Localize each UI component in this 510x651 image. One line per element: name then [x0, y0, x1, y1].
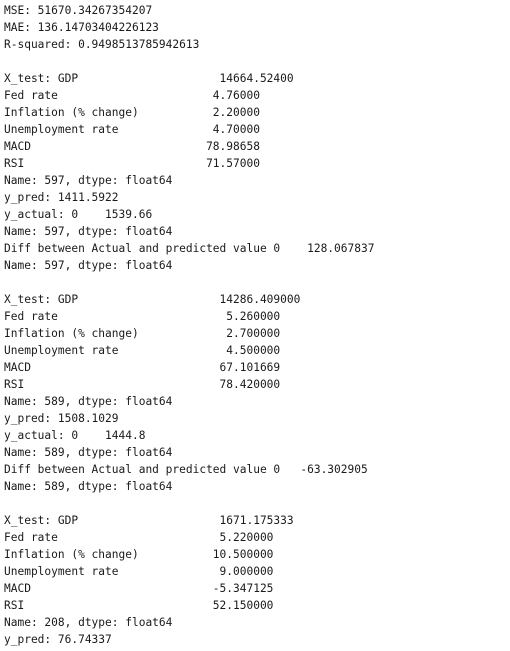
output-line: MACD 67.101669 — [4, 361, 281, 374]
output-line: Inflation (% change) 2.20000 — [4, 106, 260, 119]
output-line: Name: 597, dtype: float64 — [4, 174, 173, 187]
output-line: Fed rate 5.260000 — [4, 310, 281, 323]
output-line: Diff between Actual and predicted value … — [4, 463, 368, 476]
output-line: MSE: 51670.34267354207 — [4, 4, 153, 17]
output-line: y_pred: 1508.1029 — [4, 412, 119, 425]
output-line: Name: 589, dtype: float64 — [4, 395, 173, 408]
output-line: RSI 52.150000 — [4, 599, 274, 612]
output-line: Fed rate 5.220000 — [4, 531, 274, 544]
output-line: Name: 208, dtype: float64 — [4, 616, 173, 629]
output-line: Unemployment rate 4.70000 — [4, 123, 260, 136]
output-line: Inflation (% change) 2.700000 — [4, 327, 281, 340]
output-line: y_pred: 1411.5922 — [4, 191, 119, 204]
output-line: RSI 71.57000 — [4, 157, 260, 170]
output-line: X_test: GDP 1671.175333 — [4, 514, 294, 527]
output-line: Name: 589, dtype: float64 — [4, 480, 173, 493]
output-line: RSI 78.420000 — [4, 378, 281, 391]
output-line: X_test: GDP 14286.409000 — [4, 293, 301, 306]
console-output: MSE: 51670.34267354207 MAE: 136.147034042… — [4, 2, 508, 650]
output-line: Inflation (% change) 10.500000 — [4, 548, 274, 561]
output-line: Name: 597, dtype: float64 — [4, 225, 173, 238]
output-line: X_test: GDP 14664.52400 — [4, 72, 294, 85]
output-line: MACD 78.98658 — [4, 140, 260, 153]
output-line: MACD -5.347125 — [4, 582, 274, 595]
output-line: y_actual: 0 1539.66 — [4, 208, 153, 221]
output-line: MAE: 136.14703404226123 — [4, 21, 159, 34]
output-line: R-squared: 0.9498513785942613 — [4, 38, 200, 51]
output-line: Fed rate 4.76000 — [4, 89, 260, 102]
output-line: y_pred: 76.74337 — [4, 633, 112, 646]
output-line: y_actual: 0 1444.8 — [4, 429, 146, 442]
output-line: Unemployment rate 9.000000 — [4, 565, 274, 578]
output-line: Name: 597, dtype: float64 — [4, 259, 173, 272]
output-line: Unemployment rate 4.500000 — [4, 344, 281, 357]
output-line: Name: 589, dtype: float64 — [4, 446, 173, 459]
output-line: Diff between Actual and predicted value … — [4, 242, 375, 255]
